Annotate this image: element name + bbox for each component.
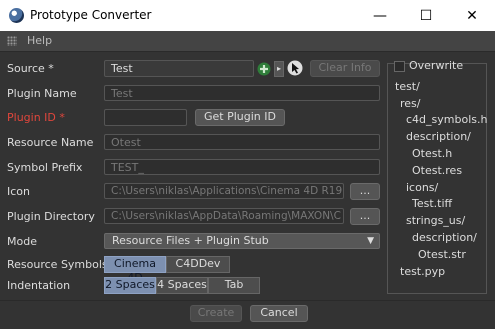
tree-item: c4d_symbols.h: [406, 113, 488, 126]
indentation-option-2-spaces[interactable]: 2 Spaces: [104, 277, 156, 294]
chevron-down-icon: ▼: [367, 236, 374, 246]
footer-divider: [0, 300, 495, 301]
overwrite-checkbox[interactable]: [394, 61, 405, 72]
add-plus-icon[interactable]: [257, 62, 271, 76]
resource-name-field[interactable]: Otest: [104, 134, 380, 150]
source-field[interactable]: Test: [104, 60, 254, 77]
tree-item: test/: [395, 80, 420, 93]
plugin-name-field[interactable]: Test: [104, 85, 380, 101]
get-plugin-id-button[interactable]: Get Plugin ID: [195, 109, 285, 126]
indentation-option-4-spaces[interactable]: 4 Spaces: [156, 277, 208, 294]
tree-item: description/: [406, 130, 471, 143]
indentation-option-tab[interactable]: Tab: [208, 277, 260, 294]
icon-path-field[interactable]: C:\Users\niklas\Applications\Cinema 4D R…: [104, 183, 344, 199]
pick-cursor-icon[interactable]: [287, 60, 303, 76]
mode-selected-value: Resource Files + Plugin Stub: [112, 234, 269, 247]
overwrite-label: Overwrite: [409, 59, 464, 72]
resource-symbols-label: Resource Symbols: [7, 258, 108, 271]
create-button[interactable]: Create: [190, 305, 242, 322]
plugin-directory-label: Plugin Directory: [7, 210, 95, 223]
resource-symbols-option-c4ddev[interactable]: C4DDev: [166, 256, 230, 273]
resource-name-label: Resource Name: [7, 136, 94, 149]
plugin-id-label: Plugin ID *: [7, 111, 65, 124]
tree-item: res/: [400, 97, 421, 110]
mode-dropdown[interactable]: Resource Files + Plugin Stub ▼: [104, 233, 380, 249]
window-title: Prototype Converter: [30, 8, 152, 22]
tree-item: Otest.str: [418, 248, 466, 261]
close-button[interactable]: ✕: [449, 0, 495, 31]
arrow-right-icon[interactable]: ▸: [274, 61, 284, 77]
plugin-name-label: Plugin Name: [7, 87, 77, 100]
symbol-prefix-field[interactable]: TEST_: [104, 159, 380, 175]
tree-item: Otest.h: [412, 147, 453, 160]
indentation-label: Indentation: [7, 279, 71, 292]
title-bar: Prototype Converter — ☐ ✕: [0, 0, 495, 31]
menu-help[interactable]: Help: [27, 34, 52, 47]
icon-label: Icon: [7, 185, 30, 198]
cancel-button[interactable]: Cancel: [250, 305, 308, 322]
tree-item: description/: [412, 231, 477, 244]
source-label: Source *: [7, 62, 54, 75]
minimize-button[interactable]: —: [357, 0, 403, 31]
tree-item: test.pyp: [400, 265, 446, 278]
tree-item: Test.tiff: [412, 197, 453, 210]
tree-item: icons/: [406, 181, 439, 194]
symbol-prefix-label: Symbol Prefix: [7, 161, 83, 174]
menu-bar: Help: [0, 31, 495, 52]
clear-info-button[interactable]: Clear Info: [310, 60, 380, 77]
icon-browse-button[interactable]: ...: [350, 183, 380, 200]
plugin-directory-field[interactable]: C:\Users\niklas\AppData\Roaming\MAXON\C: [104, 208, 344, 224]
grip-icon[interactable]: [7, 36, 17, 46]
plugin-id-field[interactable]: [104, 109, 187, 126]
maximize-button[interactable]: ☐: [403, 0, 449, 31]
plugin-directory-browse-button[interactable]: ...: [350, 208, 380, 225]
mode-label: Mode: [7, 235, 37, 248]
tree-item: Otest.res: [412, 164, 463, 177]
resource-symbols-option-cinema4d[interactable]: Cinema 4D: [104, 256, 166, 284]
prototype-converter-window: Prototype Converter — ☐ ✕ Help Source * …: [0, 0, 495, 329]
cinema4d-logo-icon: [9, 8, 24, 23]
tree-item: strings_us/: [406, 214, 466, 227]
